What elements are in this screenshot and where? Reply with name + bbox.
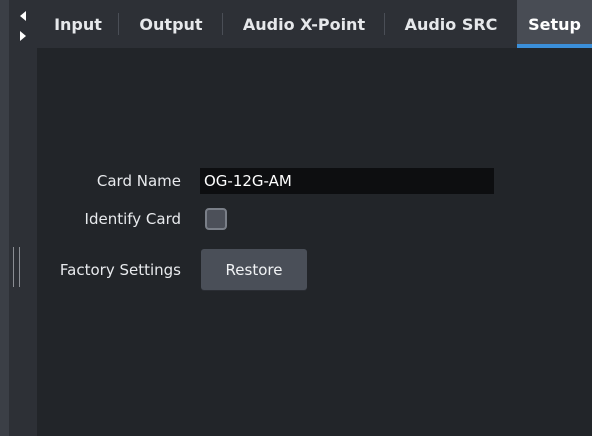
setup-panel: Card Name OG-12G-AM Identify Card Factor… — [37, 48, 592, 436]
triangle-right-icon — [20, 31, 26, 41]
tab-label: Audio SRC — [404, 14, 498, 34]
tab-setup[interactable]: Setup — [517, 0, 592, 48]
tab-label: Input — [54, 14, 102, 34]
card-name-label: Card Name — [96, 172, 181, 190]
identify-card-checkbox[interactable] — [205, 208, 227, 230]
tab-label: Setup — [528, 14, 581, 34]
scroll-tabs-left-button[interactable] — [9, 6, 37, 26]
tab-input[interactable]: Input — [37, 0, 119, 48]
scroll-tabs-right-button[interactable] — [9, 26, 37, 46]
restore-button[interactable]: Restore — [201, 249, 307, 290]
tab-scroll-controls — [9, 0, 37, 58]
grip-line — [13, 247, 14, 287]
tab-audio-x-point[interactable]: Audio X-Point — [223, 0, 385, 48]
restore-button-label: Restore — [225, 260, 283, 279]
tab-label: Output — [139, 14, 203, 34]
tab-audio-src[interactable]: Audio SRC — [385, 0, 517, 48]
tab-bar: Input Output Audio X-Point Audio SRC Set… — [37, 0, 592, 48]
factory-settings-label: Factory Settings — [59, 261, 181, 279]
card-name-field[interactable]: OG-12G-AM — [200, 168, 494, 194]
tab-output[interactable]: Output — [119, 0, 223, 48]
grip-line — [19, 247, 20, 287]
tab-label: Audio X-Point — [242, 14, 366, 34]
vertical-grip-icon[interactable] — [13, 247, 21, 287]
triangle-left-icon — [20, 11, 26, 21]
left-edge-strip — [0, 0, 9, 436]
identify-card-label: Identify Card — [84, 210, 181, 228]
